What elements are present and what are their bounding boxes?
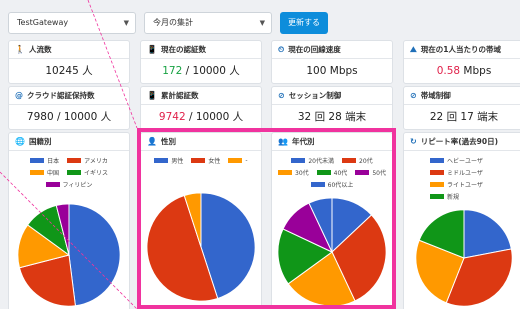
- annotation-lines: [0, 0, 138, 309]
